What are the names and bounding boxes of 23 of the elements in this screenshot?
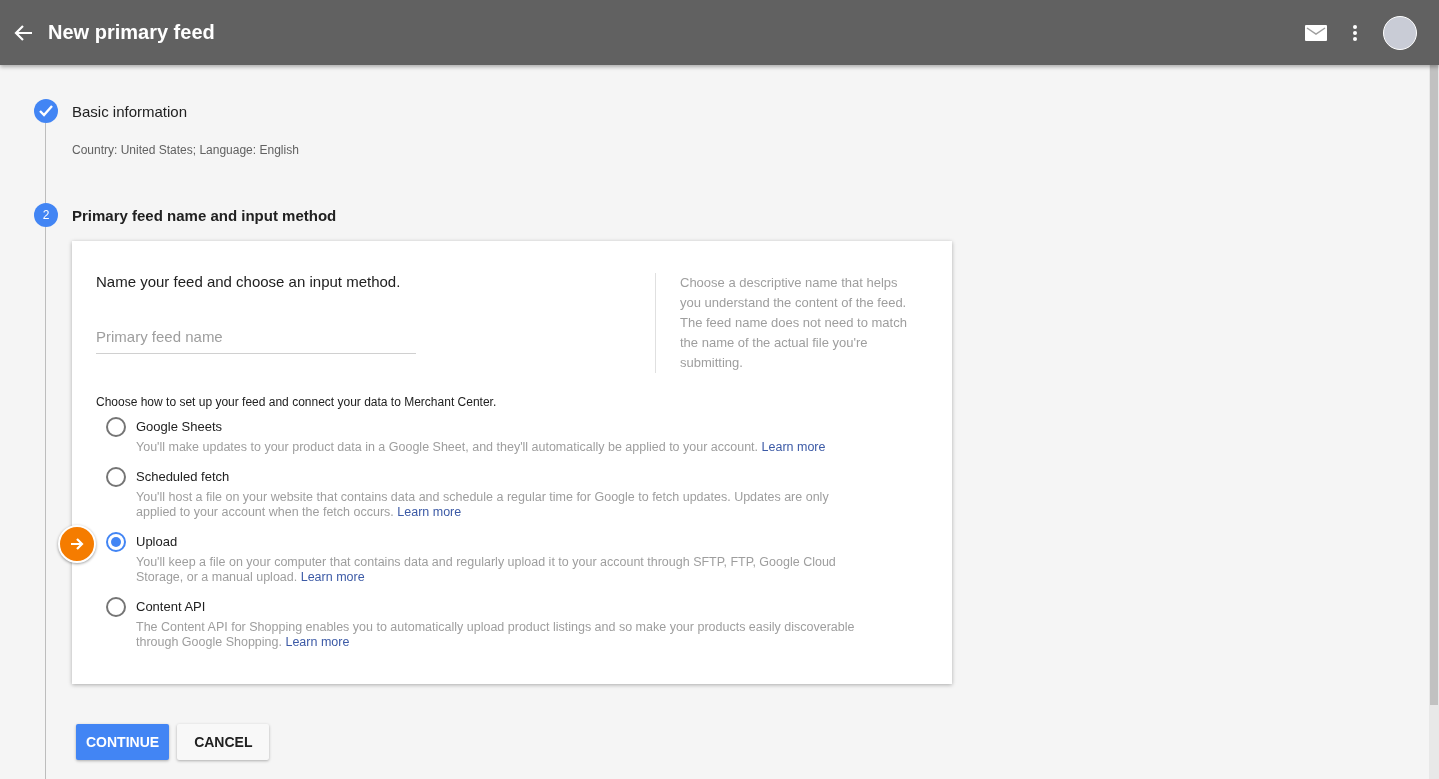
learn-more-link[interactable]: Learn more xyxy=(397,505,462,519)
step-summary: Country: United States; Language: English xyxy=(72,143,300,157)
step-title: Primary feed name and input method xyxy=(72,206,337,224)
step-number: 2 xyxy=(34,203,58,227)
option-label: Upload xyxy=(136,533,179,551)
option-label: Google Sheets xyxy=(136,418,223,436)
methods-prompt: Choose how to set up your feed and connect your data to Merchant Center. xyxy=(96,395,498,409)
learn-more-link[interactable]: Learn more xyxy=(761,440,826,454)
page-title: New primary feed xyxy=(48,21,216,44)
learn-more-link[interactable]: Learn more xyxy=(300,570,365,584)
option-description: You'll make updates to your product data in a Google Sheet, and they'll automatically be applied to your account. Learn more xyxy=(136,440,826,455)
learn-more-link[interactable]: Learn more xyxy=(285,635,350,649)
option-label: Content API xyxy=(136,598,207,616)
option-description: You'll keep a file on your computer that contains data and regularly upload it to your account through SFTP, FTP, Google Cloud Storage, or a manual upload. Learn more xyxy=(136,555,837,585)
card-intro: Name your feed and choose an input method. xyxy=(96,273,402,290)
feed-name-field[interactable]: Primary feed name xyxy=(96,320,416,354)
help-text: Choose a descriptive name that helps you understand the content of the feed. The feed name does not need to match the name of the actual file you're submitting. xyxy=(655,273,908,373)
option-description: You'll host a file on your website that contains data and schedule a regular time for Google to fetch updates. Updates are only applied to your account when the fetch occurs. Learn more xyxy=(136,490,830,520)
continue-button[interactable]: CONTINUE xyxy=(76,724,170,760)
option-description: The Content API for Shopping enables you to automatically upload product listings and so make your products easily discoverable through Google Shopping. Learn more xyxy=(136,620,856,650)
option-label: Scheduled fetch xyxy=(136,468,231,486)
step-title: Basic information xyxy=(72,102,188,120)
cancel-button[interactable]: CANCEL xyxy=(177,724,270,760)
